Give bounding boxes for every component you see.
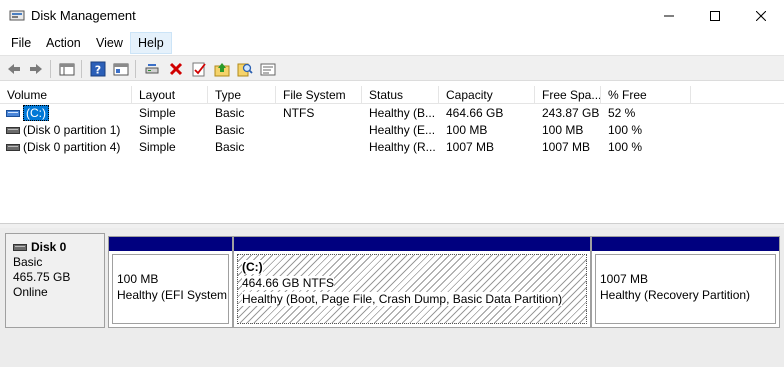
partition-status: Healthy (EFI System P bbox=[117, 288, 229, 302]
delete-button[interactable] bbox=[166, 59, 186, 79]
volume-capacity: 100 MB bbox=[446, 123, 488, 137]
partition-label: (C:) bbox=[242, 260, 263, 274]
volume-type: Basic bbox=[215, 123, 245, 137]
disk-icon bbox=[13, 244, 27, 251]
partition-bar bbox=[109, 237, 232, 251]
volume-row-partition-4[interactable]: (Disk 0 partition 4) Simple Basic Health… bbox=[0, 139, 784, 156]
delete-icon bbox=[169, 62, 183, 76]
properties-view-icon bbox=[113, 63, 129, 76]
disk-name: Disk 0 bbox=[31, 240, 67, 254]
connect-drive-icon bbox=[145, 64, 159, 74]
help-button[interactable]: ? bbox=[88, 59, 108, 79]
volume-type: Basic bbox=[215, 106, 245, 120]
volume-row-partition-1[interactable]: (Disk 0 partition 1) Simple Basic Health… bbox=[0, 122, 784, 139]
volume-free-space: 100 MB bbox=[542, 123, 584, 137]
partition-c[interactable]: (C:) 464.66 GB NTFS Healthy (Boot, Page … bbox=[233, 236, 591, 328]
checklist-icon bbox=[192, 62, 206, 77]
minimize-icon bbox=[664, 15, 674, 17]
volume-layout: Simple bbox=[139, 140, 176, 154]
svg-text:?: ? bbox=[95, 64, 101, 77]
column-header-capacity[interactable]: Capacity bbox=[439, 86, 535, 104]
partition-size: 100 MB bbox=[117, 272, 159, 286]
disk-type: Basic bbox=[13, 255, 43, 269]
column-header-file-system[interactable]: File System bbox=[276, 86, 362, 104]
volume-status: Healthy (E... bbox=[369, 123, 436, 137]
volume-list: Volume Layout Type File System Status Ca… bbox=[0, 86, 784, 223]
menu-view[interactable]: View bbox=[89, 32, 130, 54]
toolbar: ? bbox=[0, 55, 784, 81]
maximize-icon bbox=[710, 11, 720, 21]
console-tree-icon bbox=[59, 63, 75, 76]
volume-status: Healthy (B... bbox=[369, 106, 436, 120]
volume-capacity: 464.66 GB bbox=[446, 106, 504, 120]
volume-name: (C:) bbox=[23, 105, 49, 121]
column-header-volume[interactable]: Volume bbox=[0, 86, 132, 104]
back-button[interactable] bbox=[4, 59, 24, 79]
settings-list-icon bbox=[260, 63, 276, 76]
search-button[interactable] bbox=[235, 59, 255, 79]
title-bar: Disk Management bbox=[0, 0, 784, 32]
close-button[interactable] bbox=[738, 0, 784, 32]
menu-file[interactable]: File bbox=[4, 32, 38, 54]
up-folder-icon bbox=[214, 63, 230, 77]
partition-size: 464.66 GB NTFS bbox=[242, 276, 335, 290]
volume-row-c[interactable]: (C:) Simple Basic NTFS Healthy (B... 464… bbox=[0, 105, 784, 122]
settings-list-button[interactable] bbox=[258, 59, 278, 79]
window-title: Disk Management bbox=[31, 8, 136, 23]
volume-layout: Simple bbox=[139, 106, 176, 120]
up-folder-button[interactable] bbox=[212, 59, 232, 79]
volume-type: Basic bbox=[215, 140, 245, 154]
maximize-button[interactable] bbox=[692, 0, 738, 32]
properties-view-button[interactable] bbox=[111, 59, 131, 79]
menu-action[interactable]: Action bbox=[39, 32, 88, 54]
volume-file-system bbox=[276, 122, 362, 139]
column-header-type[interactable]: Type bbox=[208, 86, 276, 104]
forward-button[interactable] bbox=[26, 59, 46, 79]
volume-percent-free: 100 % bbox=[608, 123, 643, 137]
menu-help[interactable]: Help bbox=[130, 32, 172, 54]
checklist-button[interactable] bbox=[189, 59, 209, 79]
partition-efi[interactable]: 100 MB Healthy (EFI System P bbox=[108, 236, 233, 328]
volume-file-system bbox=[276, 139, 362, 156]
help-icon: ? bbox=[90, 61, 106, 77]
toolbar-separator bbox=[50, 60, 51, 78]
volume-free-space: 243.87 GB bbox=[542, 106, 600, 120]
connect-drive-button[interactable] bbox=[142, 59, 162, 79]
partition-recovery[interactable]: 1007 MB Healthy (Recovery Partition) bbox=[591, 236, 780, 328]
column-header-percent-free[interactable]: % Free bbox=[601, 86, 691, 104]
volume-file-system: NTFS bbox=[283, 106, 315, 120]
column-header-layout[interactable]: Layout bbox=[132, 86, 208, 104]
volume-layout: Simple bbox=[139, 123, 176, 137]
column-header-status[interactable]: Status bbox=[362, 86, 439, 104]
toolbar-separator bbox=[81, 60, 82, 78]
volume-percent-free: 52 % bbox=[608, 106, 636, 120]
close-icon bbox=[756, 11, 766, 21]
volume-list-header: Volume Layout Type File System Status Ca… bbox=[0, 86, 784, 104]
minimize-button[interactable] bbox=[646, 0, 692, 32]
column-header-free-space[interactable]: Free Spa... bbox=[535, 86, 601, 104]
console-tree-button[interactable] bbox=[57, 59, 77, 79]
back-arrow-icon bbox=[8, 64, 20, 74]
toolbar-separator bbox=[135, 60, 136, 78]
partition-bar bbox=[592, 237, 779, 251]
partition-status: Healthy (Recovery Partition) bbox=[600, 288, 751, 302]
search-icon bbox=[237, 63, 253, 77]
disk-management-icon bbox=[9, 10, 25, 21]
volume-name: (Disk 0 partition 4) bbox=[23, 140, 121, 154]
forward-arrow-icon bbox=[30, 64, 42, 74]
disk-size: 465.75 GB bbox=[13, 270, 71, 284]
menu-bar: File Action View Help bbox=[0, 32, 784, 54]
volume-capacity: 1007 MB bbox=[446, 140, 495, 154]
partition-bar bbox=[234, 237, 590, 251]
disk-info-box[interactable]: Disk 0 Basic 465.75 GB Online bbox=[5, 233, 105, 328]
disk-map: Disk 0 Basic 465.75 GB Online 100 MB Hea… bbox=[0, 228, 784, 367]
volume-name: (Disk 0 partition 1) bbox=[23, 123, 121, 137]
volume-percent-free: 100 % bbox=[608, 140, 643, 154]
partition-status: Healthy (Boot, Page File, Crash Dump, Ba… bbox=[242, 292, 563, 306]
volume-status: Healthy (R... bbox=[369, 140, 436, 154]
disk-state: Online bbox=[13, 285, 48, 299]
partition-size: 1007 MB bbox=[600, 272, 649, 286]
volume-free-space: 1007 MB bbox=[542, 140, 591, 154]
